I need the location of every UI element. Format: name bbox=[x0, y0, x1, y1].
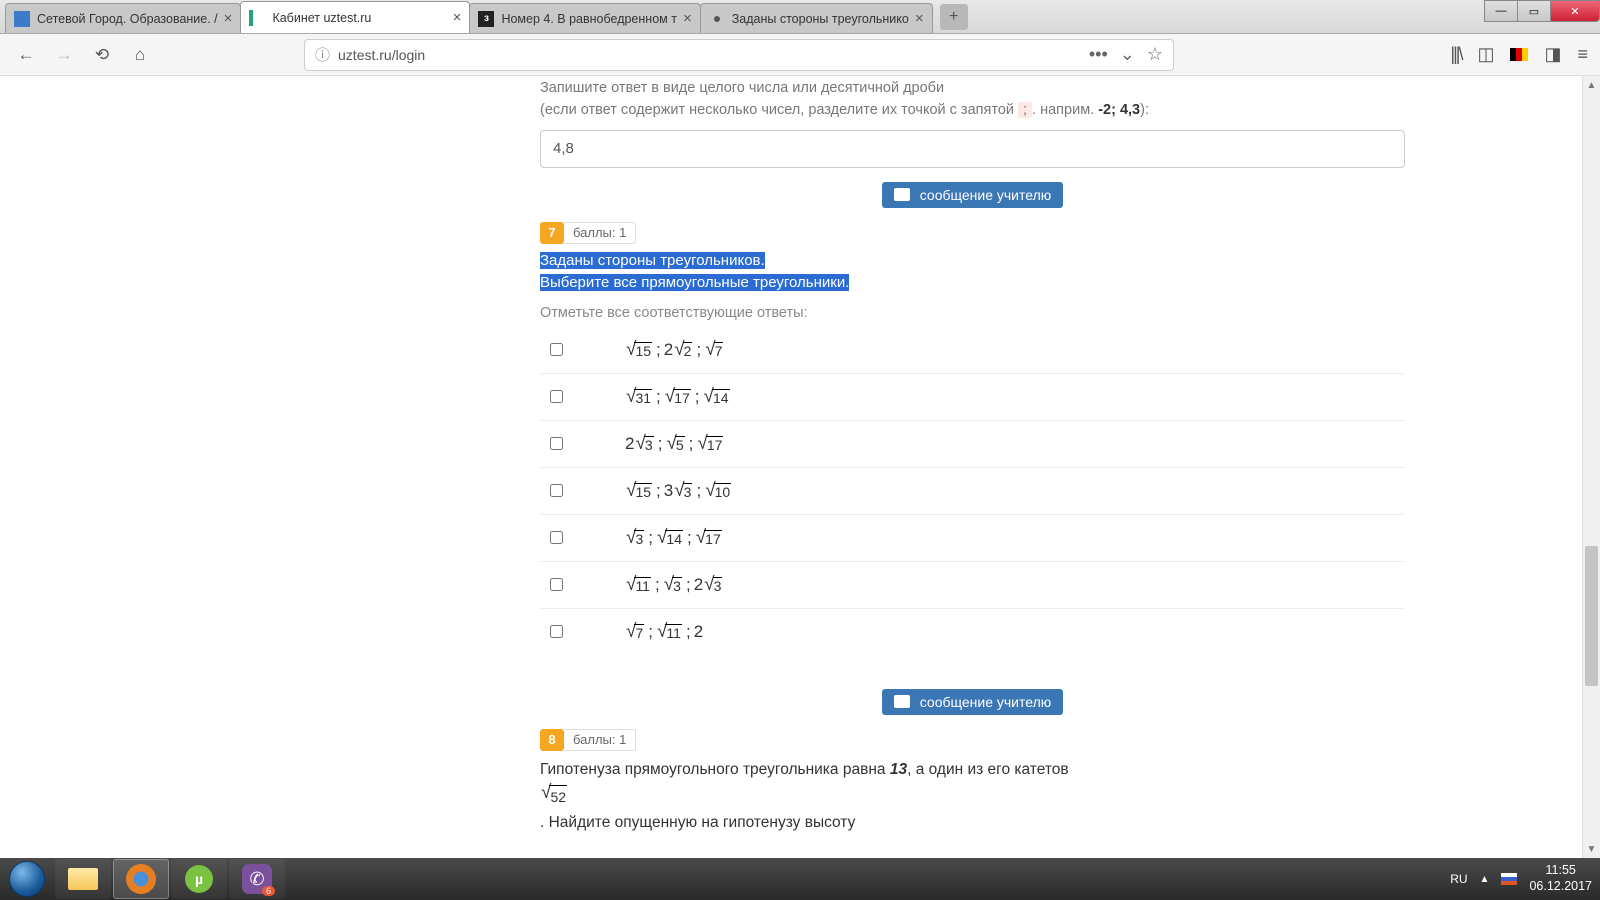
option-math: √3;√14;√17 bbox=[625, 528, 723, 548]
question-header: 7 баллы: 1 bbox=[540, 222, 1405, 244]
favicon-icon bbox=[14, 11, 30, 27]
firefox-icon bbox=[126, 864, 156, 894]
utorrent-icon: µ bbox=[185, 865, 213, 893]
minimize-button[interactable]: — bbox=[1484, 0, 1518, 22]
scroll-up-icon[interactable]: ▲ bbox=[1583, 76, 1600, 94]
home-button[interactable]: ⌂ bbox=[126, 41, 154, 69]
option-math: √15;2√2;√7 bbox=[625, 340, 724, 360]
question-text: Заданы стороны треугольников. Выберите в… bbox=[540, 250, 1405, 295]
scroll-down-icon[interactable]: ▼ bbox=[1583, 840, 1600, 858]
close-icon[interactable]: × bbox=[224, 10, 233, 27]
question-instruction: Отметьте все соответствующие ответы: bbox=[540, 305, 1405, 321]
option-math: √11;√3;2√3 bbox=[625, 575, 723, 595]
answer-hint: Запишите ответ в виде целого числа или д… bbox=[540, 78, 1405, 122]
message-teacher-button[interactable]: сообщение учителю bbox=[882, 182, 1063, 208]
vertical-scrollbar[interactable]: ▲ ▼ bbox=[1582, 76, 1600, 858]
option-checkbox[interactable] bbox=[550, 484, 563, 497]
clock[interactable]: 11:55 06.12.2017 bbox=[1529, 863, 1592, 894]
browser-toolbar: ← → ⟲ ⌂ ⓘ uztest.ru/login ••• ⌄ ☆ |||\ ◫… bbox=[0, 34, 1600, 76]
flag-icon[interactable] bbox=[1501, 873, 1517, 885]
message-teacher-button[interactable]: сообщение учителю bbox=[882, 689, 1063, 715]
question-points: баллы: 1 bbox=[564, 222, 636, 244]
window-controls: — ▭ ✕ bbox=[1485, 0, 1600, 33]
question-points: баллы: 1 bbox=[564, 729, 636, 751]
favicon-icon bbox=[709, 11, 725, 27]
answer-option[interactable]: √15;3√3;√10 bbox=[540, 468, 1405, 515]
taskbar-viber[interactable]: ✆6 bbox=[229, 859, 285, 899]
page-content: Запишите ответ в виде целого числа или д… bbox=[0, 76, 1582, 858]
chat-icon bbox=[894, 188, 910, 201]
browser-tab[interactable]: Заданы стороны треугольнико × bbox=[700, 3, 933, 33]
flag-icon[interactable] bbox=[1510, 48, 1528, 61]
tab-label: Номер 4. В равнобедренном т bbox=[501, 12, 677, 26]
system-tray: RU ▲ 11:55 06.12.2017 bbox=[1450, 863, 1600, 894]
url-text: uztest.ru/login bbox=[338, 47, 425, 63]
option-checkbox[interactable] bbox=[550, 578, 563, 591]
option-math: 2√3;√5;√17 bbox=[625, 434, 724, 454]
answer-input[interactable] bbox=[540, 130, 1405, 168]
option-math: √31;√17;√14 bbox=[625, 387, 731, 407]
question-text: Гипотенуза прямоугольного треугольника р… bbox=[540, 757, 1405, 836]
favicon-icon: з bbox=[478, 11, 494, 27]
info-icon[interactable]: ⓘ bbox=[315, 44, 330, 65]
option-math: √15;3√3;√10 bbox=[625, 481, 732, 501]
folder-icon bbox=[68, 868, 98, 890]
maximize-button[interactable]: ▭ bbox=[1517, 0, 1551, 22]
more-icon[interactable]: ••• bbox=[1089, 44, 1108, 65]
forward-button[interactable]: → bbox=[50, 41, 78, 69]
browser-tab[interactable]: з Номер 4. В равнобедренном т × bbox=[469, 3, 700, 33]
tray-expand-icon[interactable]: ▲ bbox=[1480, 874, 1490, 885]
option-checkbox[interactable] bbox=[550, 437, 563, 450]
chat-icon bbox=[894, 695, 910, 708]
library-icon[interactable]: |||\ bbox=[1450, 44, 1461, 65]
start-button[interactable] bbox=[0, 858, 54, 900]
answer-option[interactable]: √31;√17;√14 bbox=[540, 374, 1405, 421]
language-indicator[interactable]: RU bbox=[1450, 872, 1467, 886]
address-bar[interactable]: ⓘ uztest.ru/login ••• ⌄ ☆ bbox=[304, 39, 1174, 71]
window-titlebar: Сетевой Город. Образование. / × Кабинет … bbox=[0, 0, 1600, 34]
windows-icon bbox=[9, 861, 45, 897]
screenshot-icon[interactable]: ◫ bbox=[1477, 44, 1494, 65]
sidebar-icon[interactable]: ◨ bbox=[1544, 44, 1561, 65]
taskbar: µ ✆6 RU ▲ 11:55 06.12.2017 bbox=[0, 858, 1600, 900]
option-math: √7;√11; 2 bbox=[625, 622, 703, 642]
answer-option[interactable]: √15;2√2;√7 bbox=[540, 327, 1405, 374]
answer-option[interactable]: √3;√14;√17 bbox=[540, 515, 1405, 562]
option-checkbox[interactable] bbox=[550, 625, 563, 638]
viber-icon: ✆6 bbox=[242, 864, 272, 894]
tab-label: Кабинет uztest.ru bbox=[272, 11, 446, 25]
close-window-button[interactable]: ✕ bbox=[1550, 0, 1600, 22]
answer-option[interactable]: √7;√11; 2 bbox=[540, 609, 1405, 655]
back-button[interactable]: ← bbox=[12, 41, 40, 69]
question-number: 8 bbox=[540, 729, 564, 751]
menu-icon[interactable]: ≡ bbox=[1577, 44, 1588, 65]
browser-tab[interactable]: Сетевой Город. Образование. / × bbox=[5, 3, 241, 33]
close-icon[interactable]: × bbox=[453, 9, 462, 26]
taskbar-utorrent[interactable]: µ bbox=[171, 859, 227, 899]
tab-label: Сетевой Город. Образование. / bbox=[37, 12, 218, 26]
new-tab-button[interactable]: + bbox=[940, 4, 968, 30]
bookmark-star-icon[interactable]: ☆ bbox=[1147, 44, 1163, 65]
browser-tab[interactable]: Кабинет uztest.ru × bbox=[240, 1, 470, 33]
option-checkbox[interactable] bbox=[550, 531, 563, 544]
close-icon[interactable]: × bbox=[915, 10, 924, 27]
scrollbar-thumb[interactable] bbox=[1585, 546, 1598, 686]
question-number: 7 bbox=[540, 222, 564, 244]
reload-button[interactable]: ⟲ bbox=[88, 41, 116, 69]
option-checkbox[interactable] bbox=[550, 343, 563, 356]
tab-label: Заданы стороны треугольнико bbox=[732, 12, 909, 26]
taskbar-firefox[interactable] bbox=[113, 859, 169, 899]
question-header: 8 баллы: 1 bbox=[540, 729, 1405, 751]
favicon-icon bbox=[249, 10, 265, 26]
pocket-icon[interactable]: ⌄ bbox=[1120, 44, 1135, 65]
option-checkbox[interactable] bbox=[550, 390, 563, 403]
tab-strip: Сетевой Город. Образование. / × Кабинет … bbox=[0, 0, 1485, 33]
answer-option[interactable]: 2√3;√5;√17 bbox=[540, 421, 1405, 468]
answer-option[interactable]: √11;√3;2√3 bbox=[540, 562, 1405, 609]
close-icon[interactable]: × bbox=[683, 10, 692, 27]
taskbar-explorer[interactable] bbox=[55, 859, 111, 899]
